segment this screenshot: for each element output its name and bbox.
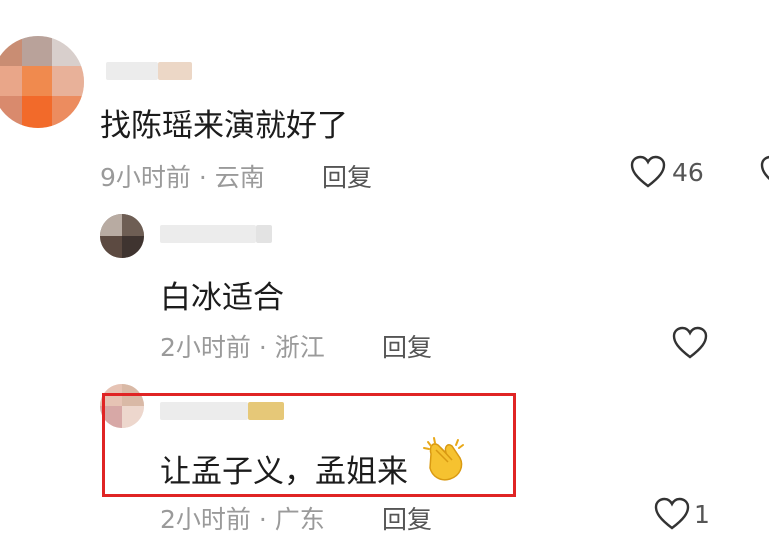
reply-button[interactable]: 回复 <box>382 500 432 536</box>
separator-dot: · <box>198 163 207 192</box>
comment-location: 广东 <box>274 505 325 534</box>
comment-meta: 2小时前 · 浙江 <box>160 328 325 364</box>
reply-button[interactable]: 回复 <box>322 158 372 194</box>
like-heart-icon[interactable] <box>672 326 708 360</box>
like-count: 1 <box>694 500 710 529</box>
like-heart-icon[interactable] <box>630 155 666 189</box>
separator-dot: · <box>258 333 267 362</box>
separator-dot: · <box>258 505 267 534</box>
username-badge <box>158 62 192 80</box>
comment-meta: 9小时前 · 云南 <box>100 158 265 194</box>
comment-text: 白冰适合 <box>160 280 284 316</box>
comment-time: 2小时前 <box>160 505 251 534</box>
like-heart-icon[interactable] <box>760 155 769 189</box>
clapping-hands-icon <box>422 436 466 486</box>
like-heart-icon[interactable] <box>654 497 690 531</box>
comment-time: 9小时前 <box>100 163 191 192</box>
username[interactable] <box>160 225 256 243</box>
username[interactable] <box>106 62 158 80</box>
comment-meta: 2小时前 · 广东 <box>160 500 325 536</box>
comment-location: 云南 <box>214 163 265 192</box>
comment-text: 让孟子义，孟姐来 <box>160 454 408 490</box>
reply-button[interactable]: 回复 <box>382 328 432 364</box>
avatar[interactable] <box>100 214 144 258</box>
comment-text: 找陈瑶来演就好了 <box>100 108 348 144</box>
comment-location: 浙江 <box>274 333 325 362</box>
username-badge <box>256 225 272 243</box>
like-count: 46 <box>672 158 704 187</box>
comment-time: 2小时前 <box>160 333 251 362</box>
avatar[interactable] <box>0 36 84 128</box>
